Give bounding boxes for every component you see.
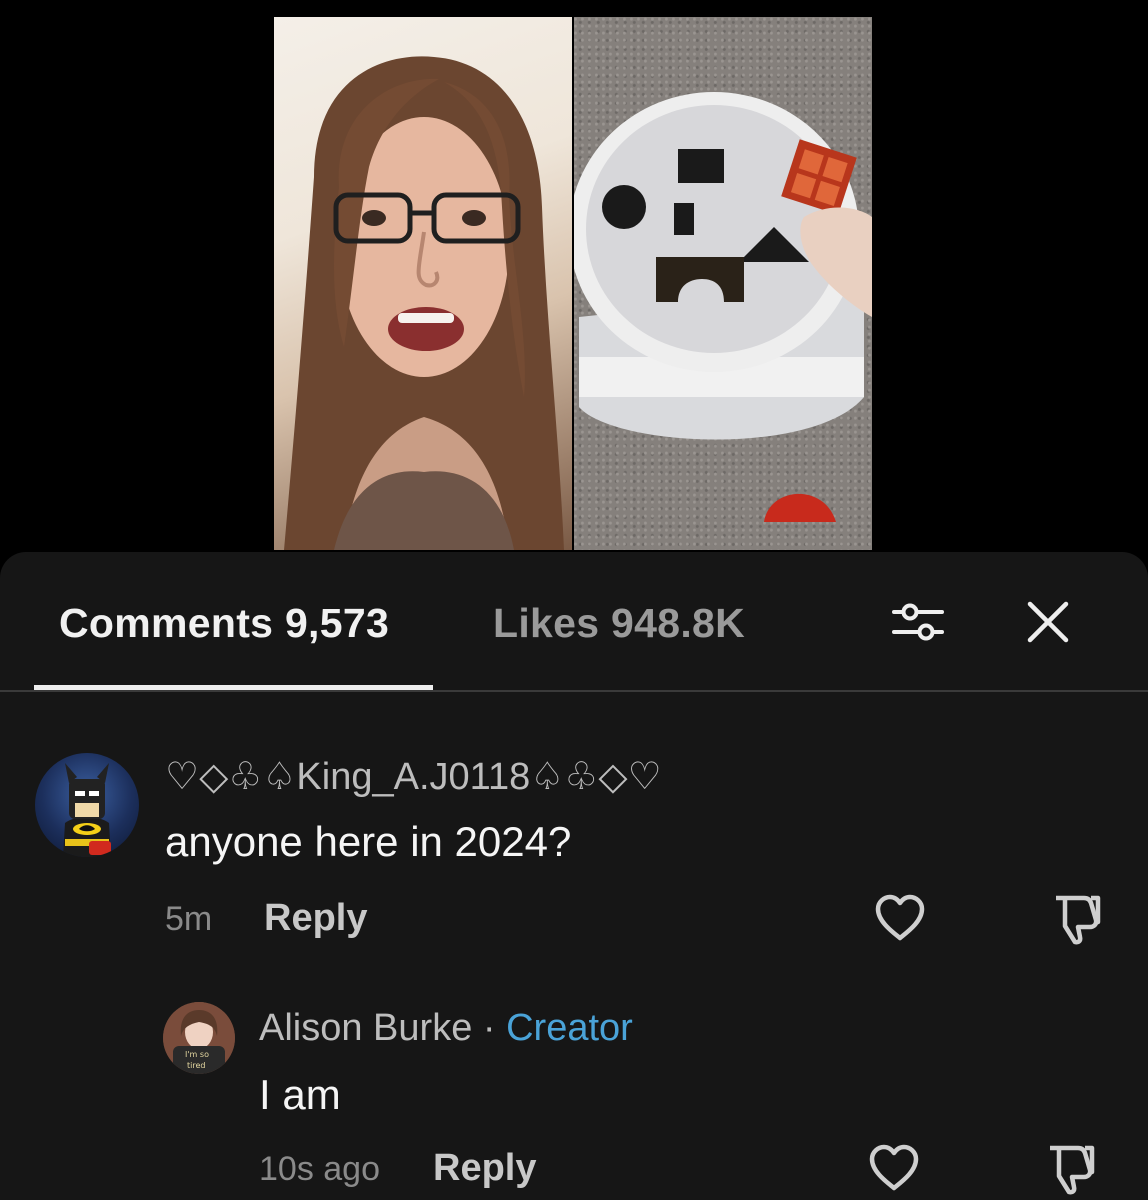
tab-comments[interactable]: Comments 9,573 [59,600,389,647]
thumbs-down-icon[interactable] [1042,1142,1098,1196]
reply-button[interactable]: Reply [433,1147,536,1190]
heart-outline-icon[interactable] [874,894,926,942]
avatar-text-line1: I'm so [185,1050,209,1059]
comment-timestamp: 5m [165,900,213,938]
close-icon[interactable] [1024,598,1072,646]
avatar[interactable] [35,753,139,857]
thumbs-down-icon[interactable] [1048,892,1104,946]
comments-sheet: Comments 9,573 Likes 948.8K ♡◇♧♤King_A.J… [0,552,1148,1200]
video-right-pane-toy [574,17,872,550]
divider [0,690,1148,692]
video-left-pane-person [274,17,572,550]
avatar-text-line2: tired [187,1061,205,1070]
tab-bar: Comments 9,573 Likes 948.8K [0,552,1148,692]
shape-sorter-illustration [574,92,872,522]
comment-text: anyone here in 2024? [165,818,572,865]
sliders-icon[interactable] [890,600,946,644]
tab-likes[interactable]: Likes 948.8K [493,600,745,647]
reply-button[interactable]: Reply [264,897,367,940]
comment-timestamp: 10s ago [259,1150,380,1188]
avatar[interactable]: I'm so tired [163,1002,235,1074]
comment-username[interactable]: ♡◇♧♤King_A.J0118♤♧◇♡ [165,754,662,799]
creator-badge: Creator [506,1007,633,1049]
comment-author-line: Alison Burke · Creator [259,1007,633,1050]
comment-text: I am [259,1071,341,1118]
heart-outline-icon[interactable] [868,1144,920,1192]
comment-username[interactable]: Alison Burke [259,1007,472,1049]
person-illustration [284,56,564,550]
app-screen: Comments 9,573 Likes 948.8K ♡◇♧♤King_A.J… [0,0,1148,1200]
separator-dot: · [482,1007,496,1049]
video-player[interactable] [274,17,872,550]
